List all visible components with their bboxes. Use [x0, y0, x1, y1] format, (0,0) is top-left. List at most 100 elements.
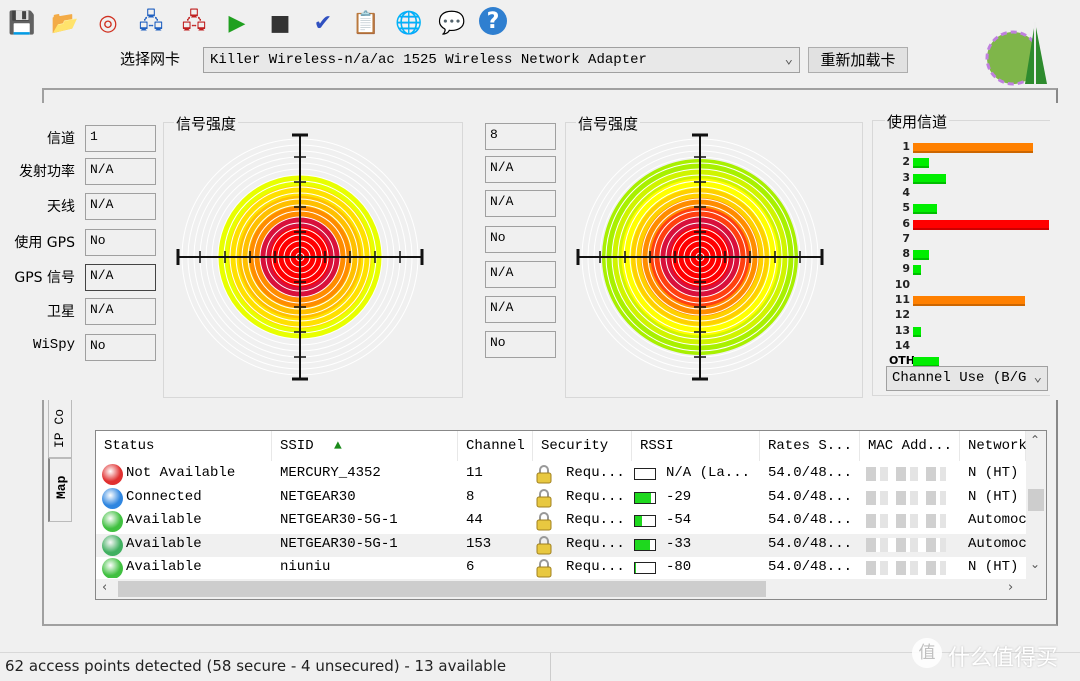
field-label: 使用 GPS — [14, 235, 75, 251]
scroll-down-icon[interactable]: ⌄ — [1030, 557, 1040, 571]
vertical-scrollbar[interactable]: ⌃ ⌄ — [1026, 431, 1046, 579]
info-balloon-icon[interactable]: 💬 — [436, 7, 468, 39]
security: Requ... — [566, 512, 625, 528]
status-text: Not Available — [126, 465, 236, 481]
adapter-label: 选择网卡 — [120, 50, 181, 68]
adapter-select[interactable]: Killer Wireless-n/a/ac 1525 Wireless Net… — [203, 47, 800, 73]
rates: 54.0/48... — [768, 535, 853, 552]
table-row[interactable]: Available NETGEAR30-5G-1 153 Requ... -33 54.0… — [96, 533, 1026, 557]
channel-label: 12 — [894, 308, 910, 322]
lock-icon — [536, 558, 552, 578]
scroll-up-icon[interactable]: ⌃ — [1030, 433, 1040, 447]
column-header[interactable]: Channel — [458, 431, 533, 461]
target-icon[interactable]: ◎ — [92, 7, 124, 39]
table-row[interactable]: Connected NETGEAR30 8 Requ... -29 54.0/48... N… — [96, 487, 1026, 510]
ssid: NETGEAR30-5G-1 — [280, 512, 398, 528]
channel-row: 6 — [880, 217, 1055, 232]
tab-map[interactable]: Map — [48, 458, 72, 522]
channel-usage-bar — [913, 296, 1025, 306]
channel-label: 11 — [894, 293, 910, 306]
channel-row: 1 — [880, 140, 1055, 155]
table-header: Status SSID ▲ Channel Security RSSI Rates S...… — [96, 431, 1027, 463]
channel-row: 7 — [880, 232, 1055, 247]
mac-address-blurred — [866, 467, 946, 481]
log-settings-icon[interactable]: ✔ — [307, 7, 339, 39]
status-dot-icon — [102, 511, 123, 532]
column-header[interactable]: Status — [96, 431, 272, 461]
chevron-down-icon: ⌄ — [1033, 370, 1042, 386]
lock-icon — [536, 535, 552, 555]
security: Requ... — [566, 535, 625, 552]
field-value: No — [85, 334, 156, 361]
tab-ip-config[interactable]: IP Co — [48, 400, 72, 458]
rates: 54.0/48... — [768, 512, 853, 528]
rssi-fill — [635, 516, 642, 526]
rssi-meter — [634, 491, 656, 504]
signal-radar-1 — [176, 133, 424, 381]
security: Requ... — [566, 488, 625, 505]
adapter-value: Killer Wireless-n/a/ac 1525 Wireless Net… — [210, 52, 647, 68]
scroll-left-icon[interactable]: ‹ — [102, 580, 107, 595]
column-header[interactable]: Network — [960, 431, 1027, 461]
table-row[interactable]: Not Available MERCURY_4352 11 Requ... N/A (L… — [96, 463, 1026, 486]
channel-label: 5 — [902, 201, 910, 215]
status-text: 62 access points detected (58 secure - 4… — [5, 657, 507, 675]
field-value: N/A — [485, 296, 556, 323]
rssi-fill — [635, 539, 650, 550]
horizontal-scrollbar[interactable]: ‹ › — [96, 579, 1046, 599]
access-point-table: Status SSID ▲ Channel Security RSSI Rates S...… — [95, 430, 1047, 600]
watermark: 什么值得买 — [948, 646, 1059, 671]
field-value: N/A — [85, 158, 156, 185]
table-row[interactable]: Available NETGEAR30-5G-1 44 Requ... -54 54.0/… — [96, 510, 1026, 533]
channel-row: 13 — [880, 324, 1055, 339]
channel-row: 10 — [880, 278, 1055, 293]
channel-usage-bar — [913, 326, 922, 337]
column-header[interactable]: SSID ▲ — [272, 431, 458, 461]
start-log-icon[interactable]: ▶ — [221, 7, 253, 39]
channel-row: 8 — [880, 247, 1055, 262]
network-type: Automoc — [968, 512, 1026, 528]
divider — [550, 653, 551, 681]
channel-row: 5 — [880, 201, 1055, 216]
channel: 6 — [466, 559, 475, 575]
mac-address-blurred — [866, 561, 946, 575]
channel: 8 — [466, 488, 475, 505]
channel-usage-bar — [913, 250, 930, 261]
scrollbar-thumb[interactable] — [1028, 489, 1044, 511]
disconnect-icon[interactable]: 🖧 — [178, 7, 210, 39]
column-header[interactable]: Security — [533, 431, 632, 461]
rssi-value: N/A (La... — [666, 465, 751, 481]
status-text: Available — [126, 535, 202, 552]
channel-label: 4 — [902, 185, 910, 199]
channel-label: 7 — [902, 231, 910, 245]
channel-use-select[interactable]: Channel Use (B/G ⌄ — [886, 366, 1048, 391]
column-header-label: SSID — [280, 438, 314, 454]
reload-card-button[interactable]: 重新加载卡 — [808, 47, 908, 73]
status-dot-icon — [102, 464, 123, 485]
scrollbar-thumb[interactable] — [118, 581, 766, 597]
save-icon[interactable]: 💾 — [6, 7, 38, 39]
column-header[interactable]: RSSI — [632, 431, 760, 461]
field-label: 信道 — [47, 131, 75, 147]
scroll-right-icon[interactable]: › — [1008, 580, 1013, 595]
lock-icon — [536, 464, 552, 484]
column-header[interactable]: Rates S... — [760, 431, 860, 461]
help-icon[interactable]: ? — [479, 7, 507, 35]
connect-icon[interactable]: 🖧 — [135, 7, 167, 39]
globe-icon[interactable]: 🌐 — [393, 7, 425, 39]
chevron-down-icon: ⌄ — [784, 52, 793, 68]
open-folder-icon[interactable]: 📂 — [49, 7, 81, 39]
rssi-fill — [635, 492, 651, 503]
checklist-icon[interactable]: 📋 — [350, 7, 382, 39]
rssi-value: -33 — [666, 535, 692, 552]
channel-usage-bar — [913, 204, 938, 215]
column-header-label: Security — [541, 438, 609, 454]
stop-log-icon[interactable]: ■ — [264, 7, 296, 39]
channel-row: 14 — [880, 339, 1055, 354]
table-row[interactable]: Available niuniu 6 Requ... -80 54.0/48... N (H… — [96, 557, 1026, 578]
rssi-meter — [634, 538, 656, 551]
channel: 11 — [466, 465, 483, 481]
channel-label: 3 — [902, 170, 910, 184]
status-dot-icon — [102, 534, 123, 556]
column-header[interactable]: MAC Add... — [860, 431, 960, 461]
